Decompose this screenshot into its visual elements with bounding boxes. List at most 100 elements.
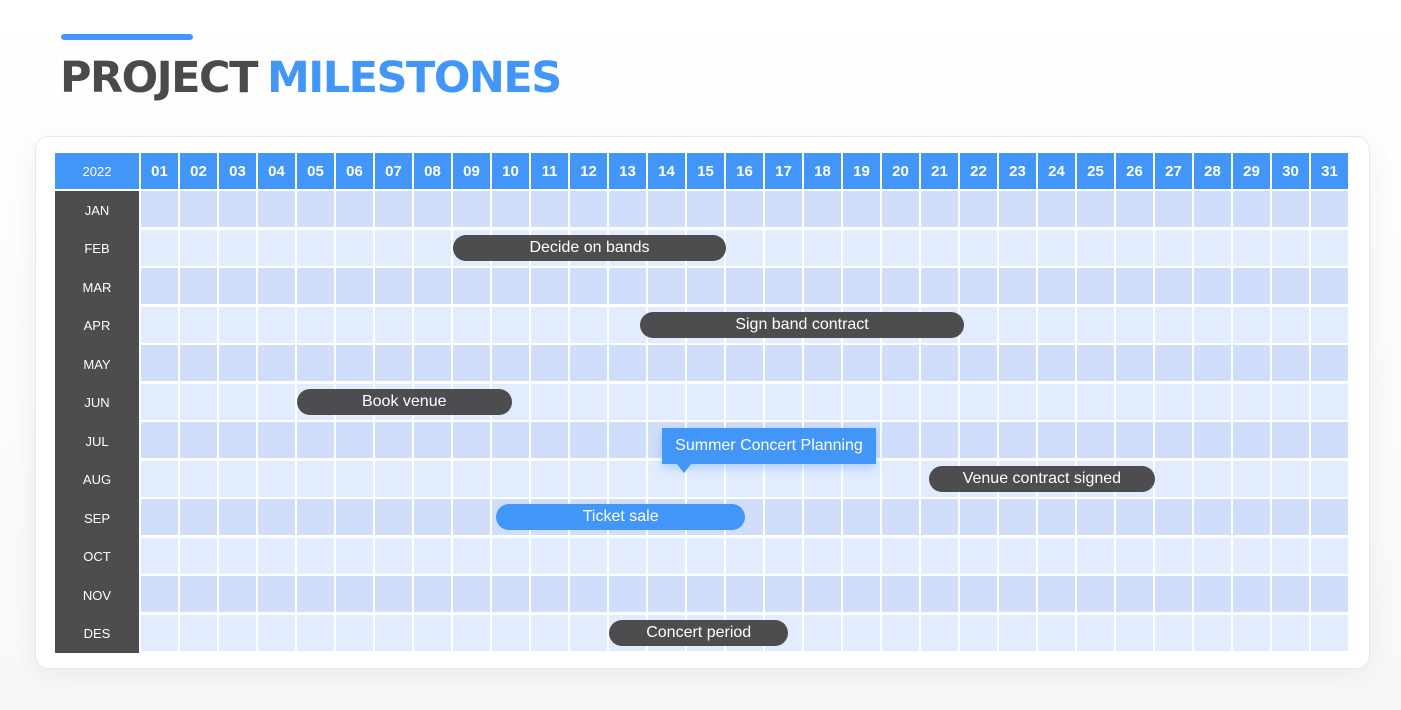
day-cell — [648, 537, 685, 574]
day-cell — [180, 537, 217, 574]
day-cell — [843, 383, 880, 420]
day-cell — [492, 537, 529, 574]
day-cell — [804, 537, 841, 574]
milestone-bar-ticket-sale[interactable]: Ticket sale — [495, 504, 746, 530]
day-cell — [531, 306, 568, 343]
day-cell — [492, 268, 529, 304]
day-cell — [453, 268, 490, 304]
day-cell — [1038, 422, 1075, 458]
day-cell — [843, 191, 880, 227]
day-cell — [1311, 422, 1348, 458]
day-cell — [882, 614, 919, 651]
day-header-01: 01 — [141, 153, 178, 189]
summer-concert-callout: Summer Concert Planning — [662, 428, 876, 464]
day-header-17: 17 — [765, 153, 802, 189]
day-cell — [1155, 460, 1192, 497]
day-header-10: 10 — [492, 153, 529, 189]
day-cell — [1272, 576, 1309, 612]
day-cell — [1311, 576, 1348, 612]
month-label-may: MAY — [83, 356, 111, 372]
day-header-12: 12 — [570, 153, 607, 189]
day-cell — [219, 229, 256, 266]
milestone-bar-sign-band-contract[interactable]: Sign band contract — [640, 311, 964, 338]
day-cell — [453, 306, 490, 343]
day-cell — [1155, 383, 1192, 420]
title-accent-bar — [61, 34, 193, 40]
day-cell — [219, 383, 256, 420]
day-cell — [1233, 383, 1270, 420]
day-header-14: 14 — [648, 153, 685, 189]
day-header-13: 13 — [609, 153, 646, 189]
month-label-des: DES — [83, 626, 111, 641]
month-label-apr: APR — [83, 318, 111, 333]
day-cell — [843, 460, 880, 497]
day-cell — [570, 306, 607, 343]
day-cell — [336, 268, 373, 304]
day-cell — [1038, 576, 1075, 612]
day-cell — [804, 345, 841, 381]
day-cell — [1155, 422, 1192, 458]
day-cell — [1272, 345, 1309, 381]
day-cell — [1155, 576, 1192, 612]
day-cell — [531, 345, 568, 381]
day-cell — [1194, 499, 1231, 535]
milestone-bar-venue-contract-signed[interactable]: Venue contract signed — [928, 465, 1155, 492]
day-cell — [882, 383, 919, 420]
day-cell — [1311, 191, 1348, 227]
day-cell — [258, 191, 295, 227]
day-cell — [492, 614, 529, 651]
milestone-bar-concert-period[interactable]: Concert period — [609, 619, 789, 646]
day-header-03: 03 — [219, 153, 256, 189]
day-cell — [882, 537, 919, 574]
day-cell — [258, 345, 295, 381]
day-cell — [336, 576, 373, 612]
day-cell — [1233, 576, 1270, 612]
day-header-21: 21 — [921, 153, 958, 189]
day-cell — [1233, 268, 1270, 304]
day-cell — [609, 345, 646, 381]
day-cell — [921, 383, 958, 420]
day-cell — [570, 191, 607, 227]
day-cell — [375, 499, 412, 535]
day-cell — [1038, 614, 1075, 651]
day-cell — [1272, 614, 1309, 651]
day-cell — [180, 306, 217, 343]
day-cell — [687, 345, 724, 381]
day-cell — [297, 306, 334, 343]
day-cell — [804, 191, 841, 227]
day-header-26: 26 — [1116, 153, 1153, 189]
day-cell — [765, 537, 802, 574]
day-cell — [1038, 537, 1075, 574]
day-cell — [375, 537, 412, 574]
milestone-bar-decide-on-bands[interactable]: Decide on bands — [453, 234, 726, 261]
day-cell — [570, 345, 607, 381]
day-cell — [1155, 499, 1192, 535]
day-cell — [1155, 614, 1192, 651]
callout-pointer — [676, 463, 692, 473]
day-cell — [1272, 306, 1309, 343]
month-label-jul: JUL — [85, 433, 109, 449]
day-cell — [336, 499, 373, 535]
day-cell — [1311, 614, 1348, 651]
day-cell — [921, 499, 958, 535]
day-cell — [804, 614, 841, 651]
day-cell — [1077, 306, 1114, 343]
day-cell — [1311, 383, 1348, 420]
day-cell — [804, 229, 841, 266]
day-cell — [258, 268, 295, 304]
day-cell — [1194, 537, 1231, 574]
day-cell — [999, 229, 1036, 266]
day-cell — [1233, 191, 1270, 227]
day-header-27: 27 — [1155, 153, 1192, 189]
day-cell — [141, 345, 178, 381]
day-cell — [570, 537, 607, 574]
day-header-05: 05 — [297, 153, 334, 189]
day-cell — [1116, 537, 1153, 574]
day-cell — [258, 576, 295, 612]
day-cell — [219, 537, 256, 574]
day-cell — [453, 460, 490, 497]
day-cell — [1116, 191, 1153, 227]
milestone-bar-book-venue[interactable]: Book venue — [297, 388, 512, 415]
day-header-07: 07 — [375, 153, 412, 189]
day-cell — [882, 576, 919, 612]
